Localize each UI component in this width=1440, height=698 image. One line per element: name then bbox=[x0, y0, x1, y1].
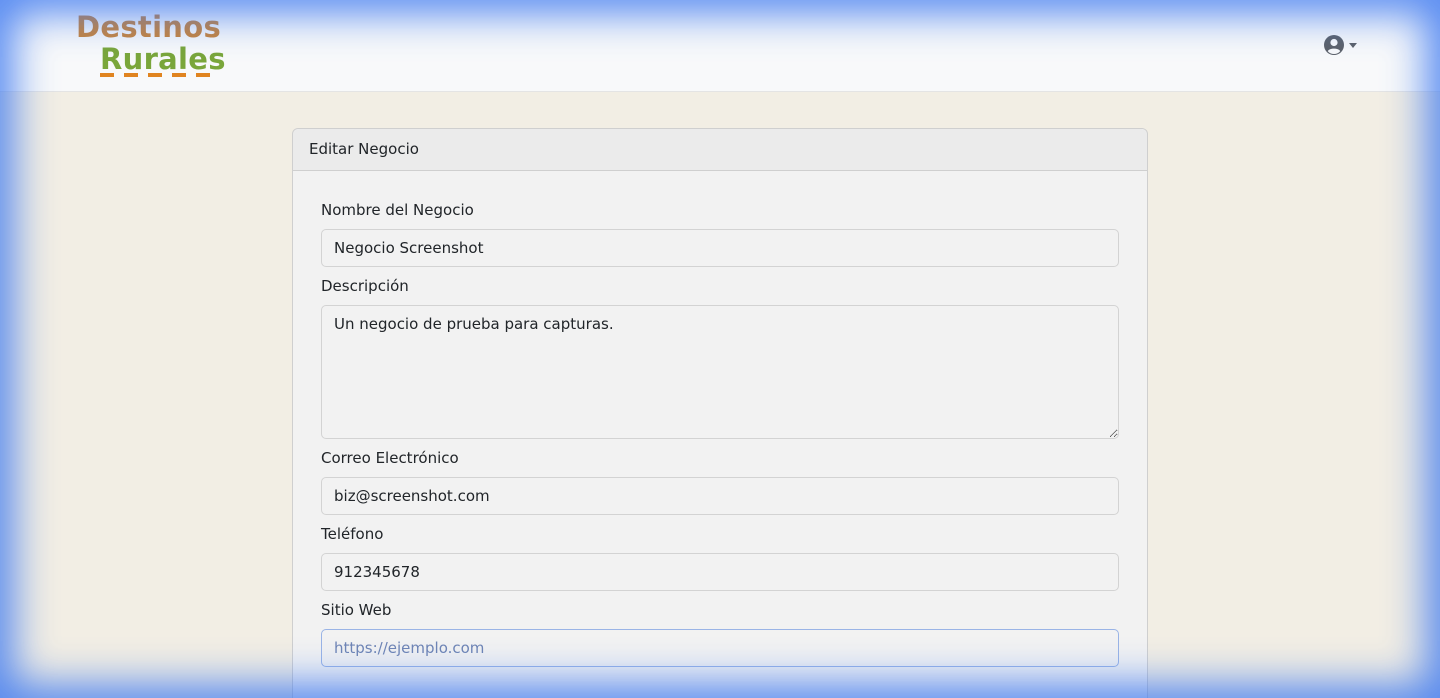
logo-line-1: Destinos bbox=[76, 10, 222, 44]
logo-dash-decoration bbox=[100, 73, 220, 77]
edit-business-form: Nombre del Negocio Descripción Un negoci… bbox=[293, 171, 1147, 667]
brand-logo[interactable]: Destinos Rurales bbox=[74, 10, 226, 82]
navbar: Destinos Rurales bbox=[0, 0, 1440, 92]
field-name: Nombre del Negocio bbox=[321, 201, 1119, 267]
email-input[interactable] bbox=[321, 477, 1119, 515]
email-label: Correo Electrónico bbox=[321, 449, 459, 467]
name-label: Nombre del Negocio bbox=[321, 201, 474, 219]
field-description: Descripción Un negocio de prueba para ca… bbox=[321, 277, 1119, 439]
field-website: Sitio Web bbox=[321, 601, 1119, 667]
website-label: Sitio Web bbox=[321, 601, 392, 619]
phone-input[interactable] bbox=[321, 553, 1119, 591]
description-textarea[interactable]: Un negocio de prueba para capturas. bbox=[321, 305, 1119, 439]
edit-business-card: Editar Negocio Nombre del Negocio Descri… bbox=[292, 128, 1148, 698]
phone-label: Teléfono bbox=[321, 525, 384, 543]
name-input[interactable] bbox=[321, 229, 1119, 267]
description-label: Descripción bbox=[321, 277, 409, 295]
card-title: Editar Negocio bbox=[293, 129, 1147, 171]
user-circle-icon bbox=[1324, 35, 1344, 55]
field-email: Correo Electrónico bbox=[321, 449, 1119, 515]
logo-line-2: Rurales bbox=[100, 42, 226, 76]
website-input[interactable] bbox=[321, 629, 1119, 667]
user-menu-toggle[interactable] bbox=[1323, 34, 1363, 56]
chevron-down-icon bbox=[1349, 42, 1357, 48]
field-phone: Teléfono bbox=[321, 525, 1119, 591]
